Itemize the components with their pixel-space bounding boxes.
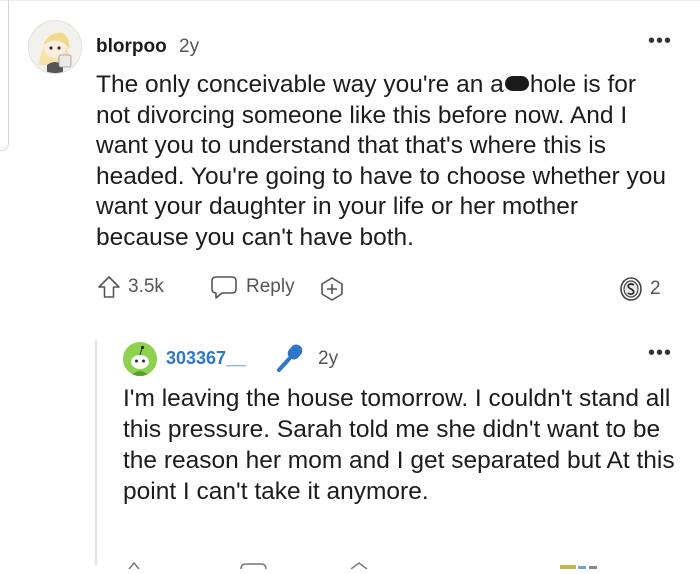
- award-button[interactable]: [318, 276, 346, 302]
- reply-icon: [211, 276, 237, 299]
- coin-count: 2: [650, 278, 661, 299]
- comment-body: The only conceivable way you're an a hole…: [96, 70, 676, 253]
- award-icon: [321, 277, 343, 301]
- upvote-button[interactable]: 3.5k: [96, 274, 164, 300]
- top-divider: [0, 0, 700, 1]
- more-options-icon[interactable]: •••: [648, 30, 672, 53]
- reply-button[interactable]: Reply: [210, 274, 295, 300]
- reply-body: I'm leaving the house tomorrow. I couldn…: [123, 385, 675, 505]
- upvote-count: 3.5k: [128, 276, 164, 297]
- reply-timestamp: 2y: [318, 348, 339, 369]
- redaction-mark: [504, 76, 529, 91]
- coin-icon: [620, 277, 642, 301]
- reply-label: Reply: [246, 276, 295, 297]
- left-edge-border: [0, 0, 9, 151]
- more-options-icon[interactable]: •••: [648, 342, 672, 365]
- upvote-icon: [98, 276, 120, 298]
- reply-actions-cropped: [123, 556, 663, 570]
- reply-username[interactable]: 303367__: [166, 348, 246, 369]
- user-avatar[interactable]: [28, 20, 82, 74]
- microphone-icon: [274, 342, 308, 379]
- thread-line[interactable]: [95, 340, 97, 565]
- comment-text-part1: The only conceivable way you're an a: [96, 71, 504, 98]
- comment-timestamp: 2y: [179, 36, 200, 57]
- coin-award[interactable]: 2: [619, 276, 661, 302]
- comment-username[interactable]: blorpoo: [96, 36, 167, 58]
- reply-avatar[interactable]: [123, 342, 157, 376]
